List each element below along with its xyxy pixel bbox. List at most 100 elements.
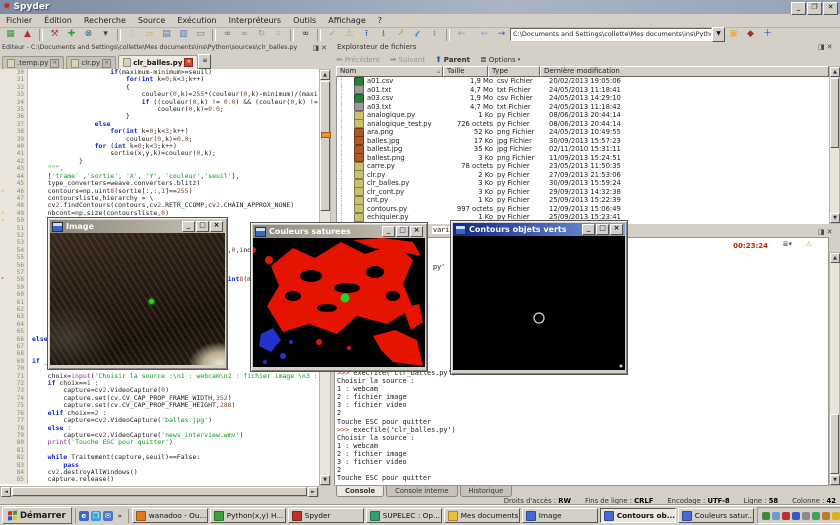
file-row[interactable]: balles.jpg17 Kojpg Fichier30/09/2013 15:… [337,137,830,146]
console-tab-console-interne[interactable]: Console interne [386,486,457,497]
file-row[interactable]: a01.txt4,7 Motxt Fichier24/05/2013 11:18… [337,86,830,95]
file-row[interactable]: clr_cont.py3 Kopy Fichier29/09/2013 14:3… [337,188,830,197]
close-pane-icon[interactable]: ✕ [321,44,327,52]
menu-dition[interactable]: Édition [38,16,78,25]
task-spyder[interactable]: Spyder [288,508,364,523]
close-pane-icon[interactable]: ✕ [827,43,833,51]
tab-browse-icon[interactable]: ≡ [198,54,211,69]
print-icon[interactable]: ▭ [193,27,208,42]
close-icon[interactable]: × [410,226,423,237]
task-wanadoo---ou---[interactable]: wanadoo - Ou... [132,508,208,523]
save-icon[interactable]: ▤ [159,27,174,42]
nav-back-icon[interactable]: ← [477,27,492,42]
undock-pane-icon[interactable]: ◨ [313,44,320,52]
open-folder-icon[interactable]: ▣ [726,27,741,42]
menu-recherche[interactable]: Recherche [78,16,132,25]
tab-close-icon[interactable]: ✕ [184,58,193,67]
desktop-quicklaunch-icon[interactable]: ❒ [91,511,101,521]
close-icon[interactable]: × [610,224,623,235]
maximize-icon[interactable]: □ [396,226,409,237]
saturated-colors-window[interactable]: Couleurs saturees _ □ × [250,222,428,372]
file-row[interactable]: carre.py78 octetspy Fichier23/05/2013 11… [337,162,830,171]
nav-forward-icon[interactable]: → [494,27,509,42]
minimize-icon[interactable]: _ [182,221,195,232]
file-row[interactable]: clr.py2 Kopy Fichier27/09/2013 21:53:06 [337,171,830,180]
file-row[interactable]: ara.png52 Kopng Fichier24/05/2013 10:49:… [337,128,830,137]
file-row[interactable]: a01.csv1,9 Mocsv Fichier20/02/2013 19:05… [337,77,830,86]
goto-line-icon[interactable]: ⌗ [271,27,286,42]
image-window-titlebar[interactable]: Image _ □ × [50,220,225,233]
package-manager-icon[interactable]: ✚ [64,27,79,42]
editor-horizontal-scrollbar[interactable]: ◄ ► [0,486,319,497]
tray-icon-8[interactable] [832,512,840,520]
file-row[interactable]: a03.txt4,7 Motxt Fichier24/05/2013 11:18… [337,103,830,112]
mail-quicklaunch-icon[interactable]: ✉ [103,511,113,521]
task-python-x-y--h---[interactable]: Python(x,y) H... [210,508,286,523]
move-gray-icon[interactable]: ⭻ [427,27,442,42]
file-row[interactable]: ballest.png3 Kopng Fichier11/09/2013 15:… [337,154,830,163]
console-tab-historique[interactable]: Historique [460,486,513,497]
close-icon[interactable]: × [210,221,223,232]
move-down-icon[interactable]: ⭹ [410,27,425,42]
console-options-icon[interactable]: ≣▾ [783,240,792,248]
file-row[interactable]: contours.py997 octetspy Fichier12/09/201… [337,205,830,214]
find-icon[interactable]: ∞ [220,27,235,42]
console-tab-console[interactable]: Console [336,486,384,497]
maximize-pane-icon[interactable]: ▲ [20,27,35,42]
ie-quicklaunch-icon[interactable]: e [79,511,89,521]
combo-dropdown-icon[interactable]: ▼ [712,27,725,42]
tray-icon-3[interactable] [782,512,790,520]
editor-tab-clrpy[interactable]: clr.py✕ [66,56,116,69]
debug-icon[interactable]: ∞ [298,27,313,42]
saturated-colors-titlebar[interactable]: Couleurs saturees _ □ × [253,225,425,238]
maximize-icon[interactable]: □ [596,224,609,235]
tray-icon-4[interactable] [792,512,800,520]
undock-pane-icon[interactable]: ◨ [818,43,825,51]
minimize-icon[interactable]: _ [582,224,595,235]
menu-?[interactable]: ? [372,16,388,25]
task-supelec---op---[interactable]: SUPELEC : Op... [366,508,442,523]
menu-fichier[interactable]: Fichier [0,16,38,25]
fix-indent-icon[interactable]: ⭷ [393,27,408,42]
tab-close-icon[interactable]: ✕ [102,59,111,68]
explorer-options-button[interactable]: ≣ Options ▾ [480,56,520,64]
menu-source[interactable]: Source [132,16,171,25]
console-vertical-scrollbar[interactable]: ▲ ▼ [829,252,840,486]
explorer-parent-button[interactable]: ⬆ Parent [435,56,470,64]
tools-icon[interactable]: ⚒ [47,27,62,42]
file-row[interactable]: analogique.py1 Kopy Fichier08/06/2013 20… [337,111,830,120]
tray-icon-6[interactable] [812,512,820,520]
task-image[interactable]: Image [522,508,598,523]
tray-icon-2[interactable] [772,512,780,520]
menu-affichage[interactable]: Affichage [322,16,372,25]
quit-icon[interactable]: ⊗ [81,27,96,42]
editor-tab-clrballespy[interactable]: clr_balles.py✕ [118,55,198,69]
green-contours-window[interactable]: Contours objets verts _ □ × [450,220,628,375]
column-header-type[interactable]: Type [488,66,540,77]
file-row[interactable]: analogique_test.py726 octetspy Fichier08… [337,120,830,129]
tray-icon-1[interactable] [762,512,770,520]
menu-outils[interactable]: Outils [287,16,322,25]
working-directory-combo[interactable]: C:\Documents and Settings\collette\Mes d… [510,28,712,41]
undock-pane-icon[interactable]: ◨ [818,228,825,236]
clean-icon[interactable]: ◆ [743,27,758,42]
tray-icon-7[interactable] [822,512,830,520]
green-contours-titlebar[interactable]: Contours objets verts _ □ × [453,223,625,236]
task-couleurs-satur---[interactable]: Couleurs satur... [678,508,754,523]
file-row[interactable]: a03.csv1,9 Mocsv Fichier24/05/2013 14:29… [337,94,830,103]
new-file-icon[interactable]: ▯ [125,27,140,42]
console-warning-icon[interactable]: ⚠ [806,240,812,248]
maximize-icon[interactable]: □ [196,221,209,232]
add-path-icon[interactable]: ＋ [760,27,775,42]
column-header-derniremodification[interactable]: Dernière modification [540,66,829,77]
image-window[interactable]: Image _ □ × [47,217,228,370]
unindent-icon[interactable]: ⭳ [376,27,391,42]
layout-icon[interactable]: ▦ [3,27,18,42]
file-row[interactable]: ballest.jpg35 Kojpg Fichier02/11/2010 15… [337,145,830,154]
save-all-icon[interactable]: ▥ [176,27,191,42]
column-header-nom[interactable]: Nom▵ [336,66,443,77]
quicklaunch-more-icon[interactable]: » [115,511,125,521]
task-mes-documents[interactable]: Mes documents [444,508,520,523]
explorer-vertical-scrollbar[interactable]: ▲ ▼ [829,66,840,224]
file-row[interactable]: clr_balles.py3 Kopy Fichier30/09/2013 15… [337,179,830,188]
